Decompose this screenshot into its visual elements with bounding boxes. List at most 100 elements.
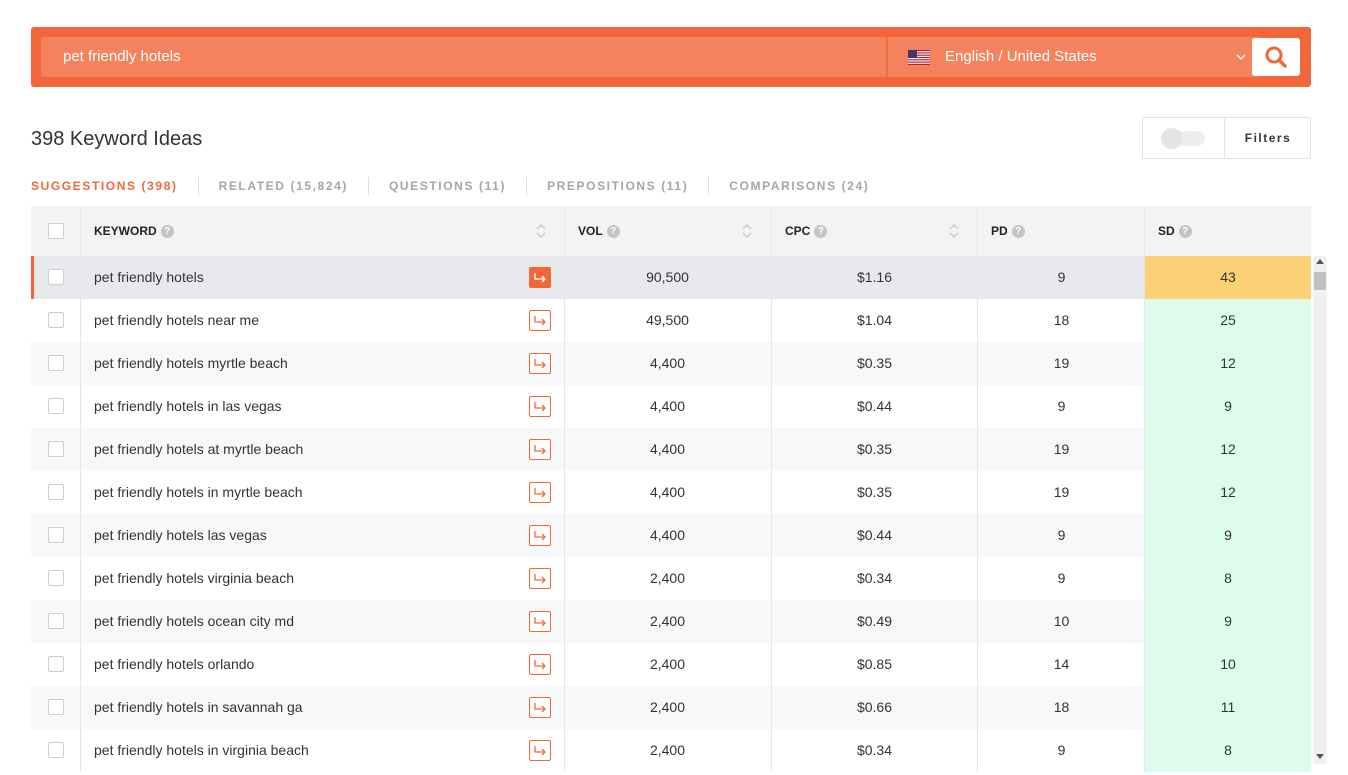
open-keyword-overview-button[interactable]	[529, 310, 551, 331]
sd-cell: 9	[1145, 514, 1311, 557]
table-row[interactable]: pet friendly hotels orlando 2,400 $0.85 14 1…	[31, 643, 1311, 686]
vol-cell: 90,500	[646, 269, 689, 285]
table-row[interactable]: pet friendly hotels myrtle beach 4,400 $0.…	[31, 342, 1311, 385]
row-checkbox[interactable]	[48, 742, 64, 758]
row-checkbox[interactable]	[48, 484, 64, 500]
language-label: English / United States	[945, 48, 1097, 65]
row-checkbox[interactable]	[48, 441, 64, 457]
tab-related[interactable]: RELATED (15,824)	[219, 179, 348, 193]
keyword-cell[interactable]: pet friendly hotels in las vegas	[94, 385, 282, 428]
filters-button[interactable]: Filters	[1225, 118, 1311, 158]
row-checkbox[interactable]	[48, 527, 64, 543]
open-keyword-overview-button[interactable]	[529, 396, 551, 417]
table-scrollbar[interactable]	[1313, 256, 1327, 764]
tab-suggestions[interactable]: SUGGESTIONS (398)	[31, 179, 178, 193]
vol-cell: 2,400	[649, 570, 686, 586]
scroll-down-arrow[interactable]	[1316, 754, 1324, 759]
row-checkbox[interactable]	[48, 355, 64, 371]
table-row[interactable]: pet friendly hotels ocean city md 2,400 $0…	[31, 600, 1311, 643]
table-row[interactable]: pet friendly hotels virginia beach 2,400 $…	[31, 557, 1311, 600]
keyword-cell[interactable]: pet friendly hotels	[94, 256, 204, 299]
pd-cell: 18	[1053, 312, 1070, 328]
scroll-thumb[interactable]	[1314, 272, 1326, 290]
sort-icon[interactable]	[949, 223, 959, 239]
select-all-checkbox[interactable]	[48, 223, 64, 239]
table-row[interactable]: pet friendly hotels in myrtle beach 4,400…	[31, 471, 1311, 514]
open-keyword-overview-button[interactable]	[529, 697, 551, 718]
arrow-right-icon	[533, 401, 547, 413]
vol-cell: 4,400	[649, 484, 686, 500]
vol-cell: 2,400	[649, 699, 686, 715]
scroll-up-arrow[interactable]	[1316, 259, 1324, 264]
table-row[interactable]: pet friendly hotels at myrtle beach 4,400…	[31, 428, 1311, 471]
help-icon[interactable]: ?	[814, 225, 828, 238]
table-row[interactable]: pet friendly hotels 90,500 $1.16 9 43	[31, 256, 1311, 299]
keyword-cell[interactable]: pet friendly hotels at myrtle beach	[94, 428, 303, 471]
sort-icon[interactable]	[742, 223, 752, 239]
tab-comparisons[interactable]: COMPARISONS (24)	[729, 179, 869, 193]
arrow-right-icon	[533, 487, 547, 499]
row-checkbox[interactable]	[48, 269, 64, 285]
help-icon[interactable]: ?	[1011, 225, 1025, 238]
keyword-cell[interactable]: pet friendly hotels in savannah ga	[94, 686, 303, 729]
row-checkbox[interactable]	[48, 699, 64, 715]
column-header-vol[interactable]: VOL?	[578, 206, 620, 256]
search-button[interactable]	[1252, 38, 1300, 76]
sort-icon[interactable]	[536, 223, 546, 239]
column-header-sd[interactable]: SD?	[1158, 206, 1192, 256]
keyword-cell[interactable]: pet friendly hotels in virginia beach	[94, 729, 309, 772]
row-checkbox[interactable]	[48, 570, 64, 586]
cpc-cell: $0.35	[856, 355, 893, 371]
tab-questions[interactable]: QUESTIONS (11)	[389, 179, 506, 193]
keyword-cell[interactable]: pet friendly hotels ocean city md	[94, 600, 294, 643]
keyword-cell[interactable]: pet friendly hotels myrtle beach	[94, 342, 288, 385]
open-keyword-overview-button[interactable]	[529, 568, 551, 589]
open-keyword-overview-button[interactable]	[529, 740, 551, 761]
open-keyword-overview-button[interactable]	[529, 439, 551, 460]
arrow-right-icon	[533, 659, 547, 671]
filters-toggle[interactable]	[1161, 128, 1205, 149]
arrow-right-icon	[533, 530, 547, 542]
keyword-cell[interactable]: pet friendly hotels virginia beach	[94, 557, 294, 600]
sd-cell: 12	[1145, 428, 1311, 471]
divider	[367, 177, 369, 195]
sd-cell: 25	[1145, 299, 1311, 342]
column-header-label: SD	[1158, 224, 1175, 238]
cpc-cell: $0.44	[856, 527, 893, 543]
row-checkbox[interactable]	[48, 613, 64, 629]
column-divider	[564, 206, 565, 772]
help-icon[interactable]: ?	[1178, 225, 1192, 238]
open-keyword-overview-button[interactable]	[529, 654, 551, 675]
open-keyword-overview-button[interactable]	[529, 525, 551, 546]
keyword-cell[interactable]: pet friendly hotels in myrtle beach	[94, 471, 303, 514]
language-location-select[interactable]: English / United States	[887, 37, 1261, 77]
table-row[interactable]: pet friendly hotels in savannah ga 2,400 $…	[31, 686, 1311, 729]
cpc-cell: $0.34	[856, 742, 893, 758]
column-divider	[1144, 206, 1145, 772]
search-bar: English / United States	[31, 27, 1311, 87]
column-header-keyword[interactable]: KEYWORD?	[94, 206, 174, 256]
cpc-cell: $0.44	[856, 398, 893, 414]
help-icon[interactable]: ?	[160, 225, 174, 238]
column-header-pd[interactable]: PD?	[991, 206, 1025, 256]
row-checkbox[interactable]	[48, 312, 64, 328]
open-keyword-overview-button[interactable]	[529, 482, 551, 503]
table-row[interactable]: pet friendly hotels near me 49,500 $1.04 18…	[31, 299, 1311, 342]
table-row[interactable]: pet friendly hotels in virginia beach 2,4…	[31, 729, 1311, 772]
row-checkbox[interactable]	[48, 398, 64, 414]
pd-cell: 19	[1053, 441, 1070, 457]
open-keyword-overview-button[interactable]	[529, 353, 551, 374]
keyword-cell[interactable]: pet friendly hotels near me	[94, 299, 259, 342]
table-row[interactable]: pet friendly hotels las vegas 4,400 $0.44 9…	[31, 514, 1311, 557]
table-row[interactable]: pet friendly hotels in las vegas 4,400 $0.…	[31, 385, 1311, 428]
open-keyword-overview-button[interactable]	[529, 611, 551, 632]
help-icon[interactable]: ?	[606, 225, 620, 238]
column-header-cpc[interactable]: CPC?	[785, 206, 828, 256]
keyword-cell[interactable]: pet friendly hotels orlando	[94, 643, 254, 686]
row-checkbox[interactable]	[48, 656, 64, 672]
keyword-cell[interactable]: pet friendly hotels las vegas	[94, 514, 267, 557]
arrow-right-icon	[533, 444, 547, 456]
tab-prepositions[interactable]: PREPOSITIONS (11)	[547, 179, 688, 193]
keyword-search-input[interactable]	[41, 37, 886, 77]
open-keyword-overview-button[interactable]	[529, 267, 551, 288]
